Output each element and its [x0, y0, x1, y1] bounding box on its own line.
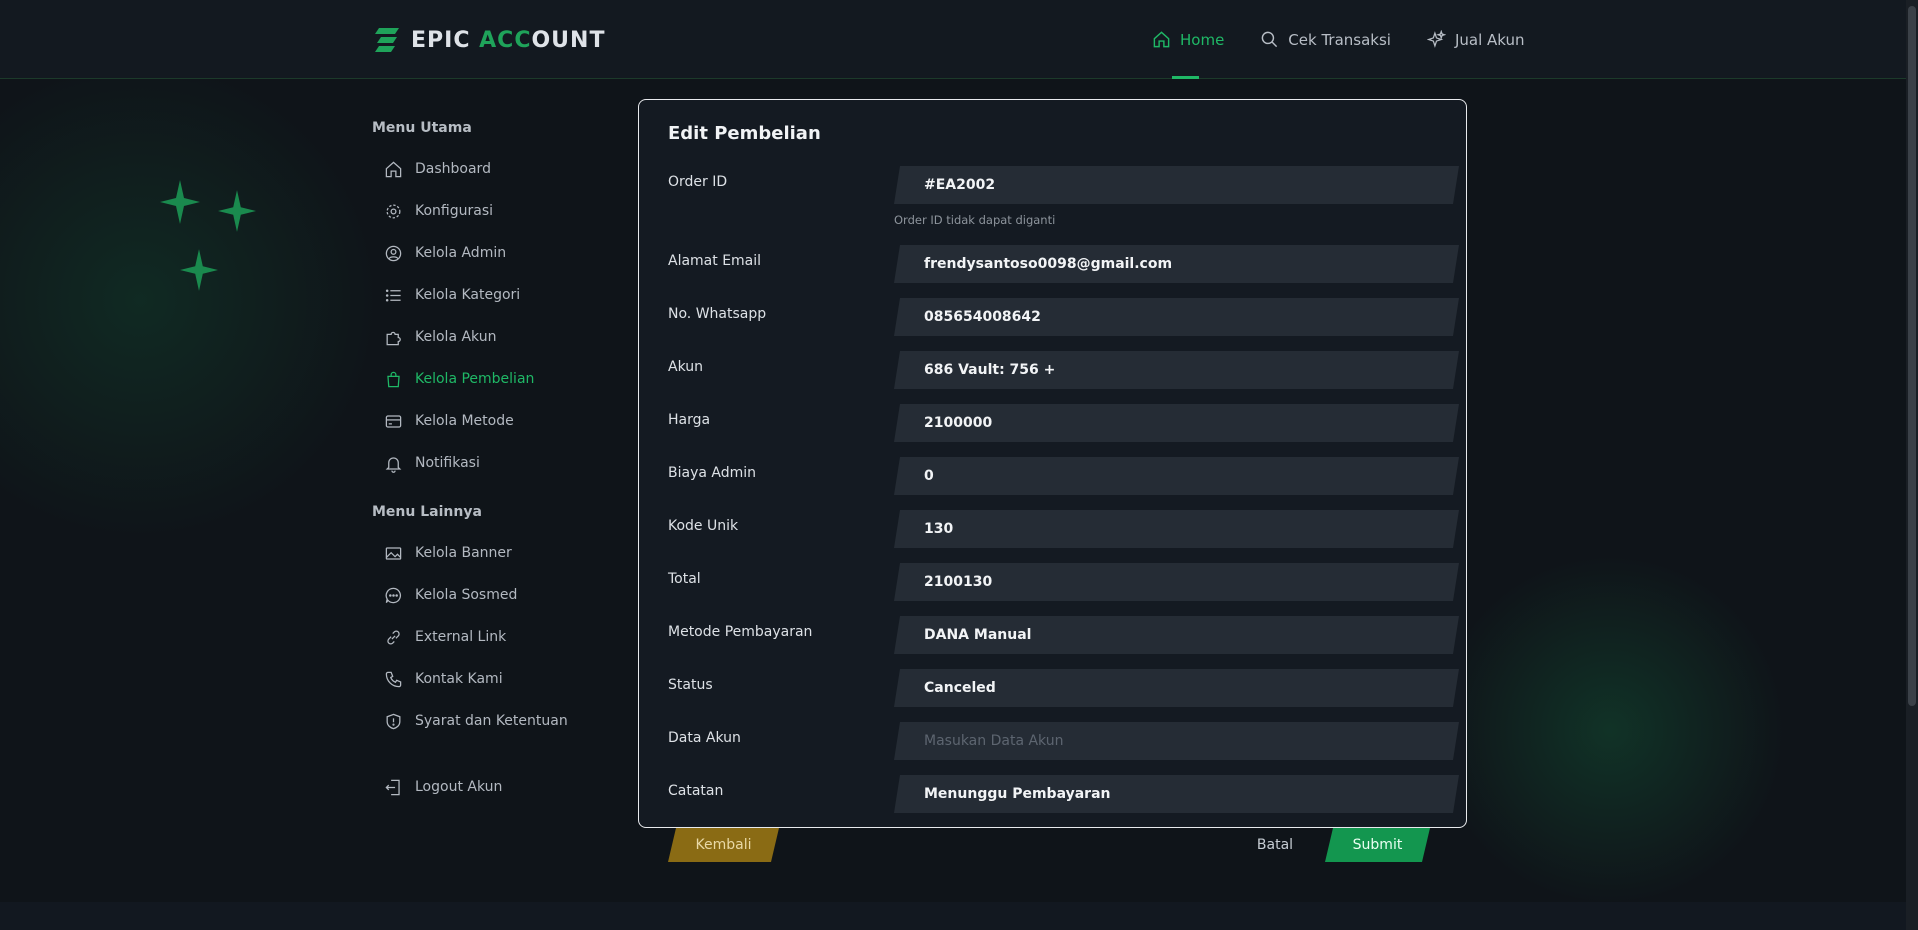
data-akun-input[interactable]: Masukan Data Akun — [894, 722, 1459, 760]
sidebar: Menu Utama Dashboard Konfigurasi Kelola … — [372, 120, 602, 808]
bell-icon — [385, 456, 402, 473]
puzzle-icon — [386, 331, 401, 345]
cancel-button[interactable]: Batal — [1240, 828, 1310, 862]
modal-title: Edit Pembelian — [668, 123, 821, 144]
brand-name: EPIC ACCOUNT — [411, 27, 606, 53]
email-input[interactable]: frendysantoso0098@gmail.com — [894, 245, 1459, 283]
footer — [0, 902, 1906, 930]
sidebar-item-dashboard[interactable]: Dashboard — [372, 148, 602, 190]
nav-jual-akun[interactable]: Jual Akun — [1426, 0, 1525, 79]
field-label: Harga — [668, 412, 711, 428]
whatsapp-input[interactable]: 085654008642 — [894, 298, 1459, 336]
sparkle-decoration-icon — [218, 190, 256, 232]
field-data-akun: Data Akun Masukan Data Akun — [668, 722, 1438, 760]
nav-home[interactable]: Home — [1152, 0, 1224, 79]
scrollbar-thumb[interactable] — [1908, 6, 1916, 706]
shopping-bag-icon — [387, 371, 400, 387]
field-label: Catatan — [668, 783, 724, 799]
akun-input[interactable]: 686 Vault: 756 + — [894, 351, 1459, 389]
field-akun: Akun 686 Vault: 756 + — [668, 351, 1438, 389]
sidebar-item-notifikasi[interactable]: Notifikasi — [372, 442, 602, 484]
edit-purchase-modal: Edit Pembelian Order ID #EA2002 Order ID… — [638, 99, 1467, 828]
field-label: No. Whatsapp — [668, 306, 767, 322]
brand-logo[interactable]: EPIC ACCOUNT — [373, 26, 605, 54]
sidebar-item-konfigurasi[interactable]: Konfigurasi — [372, 190, 602, 232]
logout-button[interactable]: Logout Akun — [372, 766, 602, 808]
field-label: Kode Unik — [668, 518, 739, 534]
home-icon — [1153, 31, 1170, 48]
sidebar-item-kelola-banner[interactable]: Kelola Banner — [372, 532, 602, 574]
catatan-input[interactable]: Menunggu Pembayaran — [894, 775, 1459, 813]
phone-icon — [385, 671, 402, 687]
logout-icon — [385, 779, 400, 795]
shield-icon — [386, 713, 401, 729]
status-select[interactable]: Canceled — [894, 669, 1459, 707]
order-id-input[interactable]: #EA2002 — [894, 166, 1459, 204]
submit-button[interactable]: Submit — [1325, 828, 1430, 862]
user-circle-icon — [385, 245, 402, 261]
sidebar-item-kelola-admin[interactable]: Kelola Admin — [372, 232, 602, 274]
sidebar-item-kelola-kategori[interactable]: Kelola Kategori — [372, 274, 602, 316]
field-harga: Harga 2100000 — [668, 404, 1438, 442]
sidebar-item-syarat-ketentuan[interactable]: Syarat dan Ketentuan — [372, 700, 602, 742]
field-whatsapp: No. Whatsapp 085654008642 — [668, 298, 1438, 336]
gear-icon — [386, 204, 401, 218]
field-label: Metode Pembayaran — [668, 624, 813, 640]
main-nav: Home Cek Transaksi Jual Akun — [1152, 0, 1525, 79]
back-button[interactable]: Kembali — [668, 828, 779, 862]
logo-mark-icon — [375, 28, 399, 52]
sidebar-item-kontak-kami[interactable]: Kontak Kami — [372, 658, 602, 700]
field-label: Status — [668, 677, 713, 693]
sparkle-decoration-icon — [160, 180, 200, 224]
field-metode-pembayaran: Metode Pembayaran DANA Manual — [668, 616, 1438, 654]
field-label: Alamat Email — [668, 253, 762, 269]
sparkle-decoration-icon — [180, 249, 218, 291]
field-email: Alamat Email frendysantoso0098@gmail.com — [668, 245, 1438, 283]
sidebar-heading-main: Menu Utama — [372, 120, 472, 136]
sidebar-item-kelola-akun[interactable]: Kelola Akun — [372, 316, 602, 358]
home-icon — [385, 161, 402, 177]
sidebar-item-kelola-metode[interactable]: Kelola Metode — [372, 400, 602, 442]
top-header: EPIC ACCOUNT Home Cek Transaksi Jual Aku… — [0, 0, 1906, 79]
field-catatan: Catatan Menunggu Pembayaran — [668, 775, 1438, 813]
nav-cek-transaksi[interactable]: Cek Transaksi — [1260, 0, 1391, 79]
field-status: Status Canceled — [668, 669, 1438, 707]
field-label: Biaya Admin — [668, 465, 757, 481]
sidebar-item-external-link[interactable]: External Link — [372, 616, 602, 658]
kode-unik-input[interactable]: 130 — [894, 510, 1459, 548]
credit-card-icon — [385, 414, 402, 428]
total-input[interactable]: 2100130 — [894, 563, 1459, 601]
order-id-hint: Order ID tidak dapat diganti — [894, 213, 1056, 227]
field-label: Data Akun — [668, 730, 741, 746]
field-biaya-admin: Biaya Admin 0 — [668, 457, 1438, 495]
payment-method-select[interactable]: DANA Manual — [894, 616, 1459, 654]
field-label: Akun — [668, 359, 703, 375]
field-total: Total 2100130 — [668, 563, 1438, 601]
list-icon — [385, 288, 401, 302]
sidebar-item-kelola-pembelian[interactable]: Kelola Pembelian — [372, 358, 602, 400]
harga-input[interactable]: 2100000 — [894, 404, 1459, 442]
field-label: Total — [668, 571, 701, 587]
sidebar-heading-other: Menu Lainnya — [372, 504, 482, 520]
image-icon — [385, 546, 402, 560]
sidebar-item-kelola-sosmed[interactable]: Kelola Sosmed — [372, 574, 602, 616]
biaya-admin-input[interactable]: 0 — [894, 457, 1459, 495]
chat-icon — [385, 587, 402, 603]
sparkle-icon — [1426, 30, 1446, 48]
search-icon — [1261, 31, 1278, 48]
field-kode-unik: Kode Unik 130 — [668, 510, 1438, 548]
field-order-id: Order ID #EA2002 Order ID tidak dapat di… — [668, 166, 1438, 227]
link-icon — [387, 630, 400, 644]
field-label: Order ID — [668, 174, 728, 190]
